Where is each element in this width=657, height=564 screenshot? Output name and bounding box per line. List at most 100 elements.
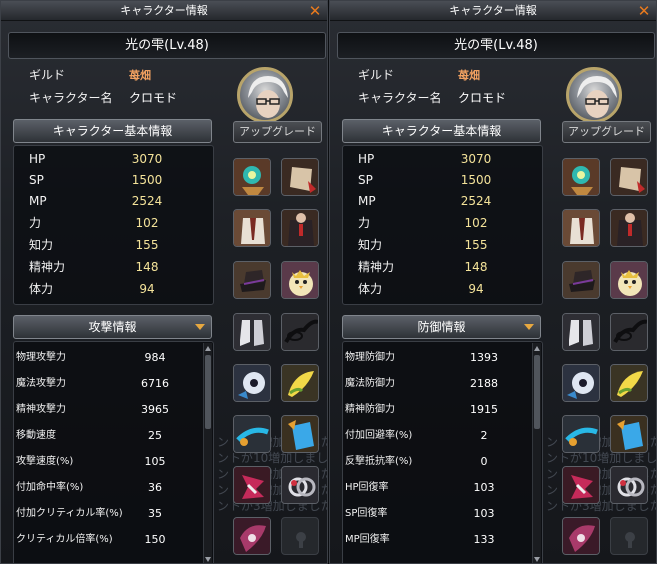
avatar-face-icon (577, 76, 617, 118)
base-info-header: キャラクター基本情報 (342, 119, 541, 143)
close-button[interactable]: ✕ (307, 1, 323, 21)
detail-label: 魔法防御力 (345, 378, 395, 389)
equip-slot-coat[interactable] (610, 209, 648, 247)
amulet-icon (563, 159, 599, 195)
detail-label: 反撃抵抗率(%) (345, 456, 413, 467)
hat-icon (234, 262, 270, 298)
window-title: キャラクター情報 (330, 1, 656, 21)
equip-slot-jacket[interactable] (562, 209, 600, 247)
scroll-down-icon[interactable] (205, 557, 211, 562)
empty-slot-icon (296, 532, 306, 548)
avatar (237, 67, 293, 123)
boots-icon (234, 314, 270, 350)
stat-label: SP (358, 173, 373, 187)
blue-staff-icon (563, 416, 599, 452)
equip-slot-empty[interactable] (281, 517, 319, 555)
stat-value: 148 (135, 260, 159, 274)
scroll-up-icon[interactable] (534, 346, 540, 351)
detail-label: 移動速度 (16, 430, 56, 441)
equip-slot-wing[interactable] (610, 364, 648, 402)
equip-slot-boots[interactable] (233, 313, 271, 351)
blue-staff-icon (234, 416, 270, 452)
stat-value: 94 (139, 282, 155, 296)
stat-value: 102 (135, 216, 159, 230)
equip-slot-coat[interactable] (281, 209, 319, 247)
detail-label: 付加クリティカル率(%) (16, 508, 123, 519)
equip-slot-empty[interactable] (610, 517, 648, 555)
equip-slot-glasses[interactable] (281, 313, 319, 351)
equip-slot-wing[interactable] (281, 364, 319, 402)
scroll-up-icon[interactable] (205, 346, 211, 351)
stat-label: 力 (358, 216, 371, 230)
attack-info-dropdown[interactable]: 攻撃情報 (13, 315, 212, 339)
dropdown-label: 攻撃情報 (88, 320, 137, 334)
guild-row: ギルド 苺畑 (29, 67, 151, 83)
stat-label: HP (29, 152, 46, 166)
equip-slot-pet[interactable] (281, 261, 319, 299)
equip-slot-ring[interactable] (610, 466, 648, 504)
equip-slot-pet[interactable] (610, 261, 648, 299)
attack-stats-panel: 物理攻撃力 984 魔法攻撃力 6716 精神攻撃力 3965 移動速度 25 攻撃速度… (13, 341, 214, 563)
equip-slot-pink-wing[interactable] (233, 517, 271, 555)
stat-value: 1500 (460, 173, 492, 187)
equip-slot-amulet[interactable] (562, 158, 600, 196)
equip-slot-cape[interactable] (281, 158, 319, 196)
detail-label: 精神防御力 (345, 404, 395, 415)
equip-slot-staff[interactable] (562, 415, 600, 453)
equip-slot-red-wing[interactable] (562, 466, 600, 504)
detail-label: MP回復率 (345, 534, 390, 545)
detail-value: 3965 (141, 403, 169, 416)
stat-label: 知力 (29, 238, 54, 252)
stat-label: MP (358, 194, 376, 208)
equip-slot-ring[interactable] (281, 466, 319, 504)
window-title: キャラクター情報 (1, 1, 327, 21)
equip-slot-book[interactable] (610, 415, 648, 453)
defense-info-dropdown[interactable]: 防御情報 (342, 315, 541, 339)
equip-slot-flower[interactable] (562, 364, 600, 402)
detail-value: 25 (148, 429, 162, 442)
scroll-thumb[interactable] (534, 355, 540, 429)
equip-slot-staff[interactable] (233, 415, 271, 453)
equip-slot-cape[interactable] (610, 158, 648, 196)
equip-slot-glasses[interactable] (610, 313, 648, 351)
equip-slot-boots[interactable] (562, 313, 600, 351)
cape-icon (282, 159, 318, 195)
equip-slot-book[interactable] (281, 415, 319, 453)
silver-flower-icon (234, 365, 270, 401)
guild-value: 苺畑 (129, 69, 151, 82)
detail-value: 6716 (141, 377, 169, 390)
stat-value: 3070 (460, 152, 492, 166)
detail-value: 984 (144, 351, 166, 364)
silver-ring-icon (611, 467, 647, 503)
scroll-down-icon[interactable] (534, 557, 540, 562)
silver-ring-icon (282, 467, 318, 503)
upgrade-button[interactable]: アップグレード (562, 121, 651, 143)
stat-value: 102 (464, 216, 488, 230)
equip-slot-hat[interactable] (233, 261, 271, 299)
jacket-icon (563, 210, 599, 246)
chick-pet-icon (282, 262, 318, 298)
detail-value: 36 (148, 481, 162, 494)
scrollbar[interactable] (532, 343, 541, 563)
equip-slot-amulet[interactable] (233, 158, 271, 196)
stat-value: 1500 (131, 173, 163, 187)
char-name-value: クロモド (129, 91, 178, 105)
detail-value: 2188 (470, 377, 498, 390)
stat-value: 3070 (131, 152, 163, 166)
scroll-thumb[interactable] (205, 355, 211, 429)
char-name-row: キャラクター名 クロモド (29, 90, 177, 106)
close-button[interactable]: ✕ (636, 1, 652, 21)
detail-value: 0 (480, 455, 488, 468)
equip-slot-pink-wing[interactable] (562, 517, 600, 555)
equip-slot-red-wing[interactable] (233, 466, 271, 504)
upgrade-button[interactable]: アップグレード (233, 121, 322, 143)
equip-slot-hat[interactable] (562, 261, 600, 299)
blue-book-icon (611, 416, 647, 452)
dropdown-label: 防御情報 (417, 320, 466, 334)
char-name-row: キャラクター名 クロモド (358, 90, 506, 106)
equip-slot-flower[interactable] (233, 364, 271, 402)
equip-slot-jacket[interactable] (233, 209, 271, 247)
scrollbar[interactable] (203, 343, 212, 563)
stat-value: 148 (464, 260, 488, 274)
hat-icon (563, 262, 599, 298)
